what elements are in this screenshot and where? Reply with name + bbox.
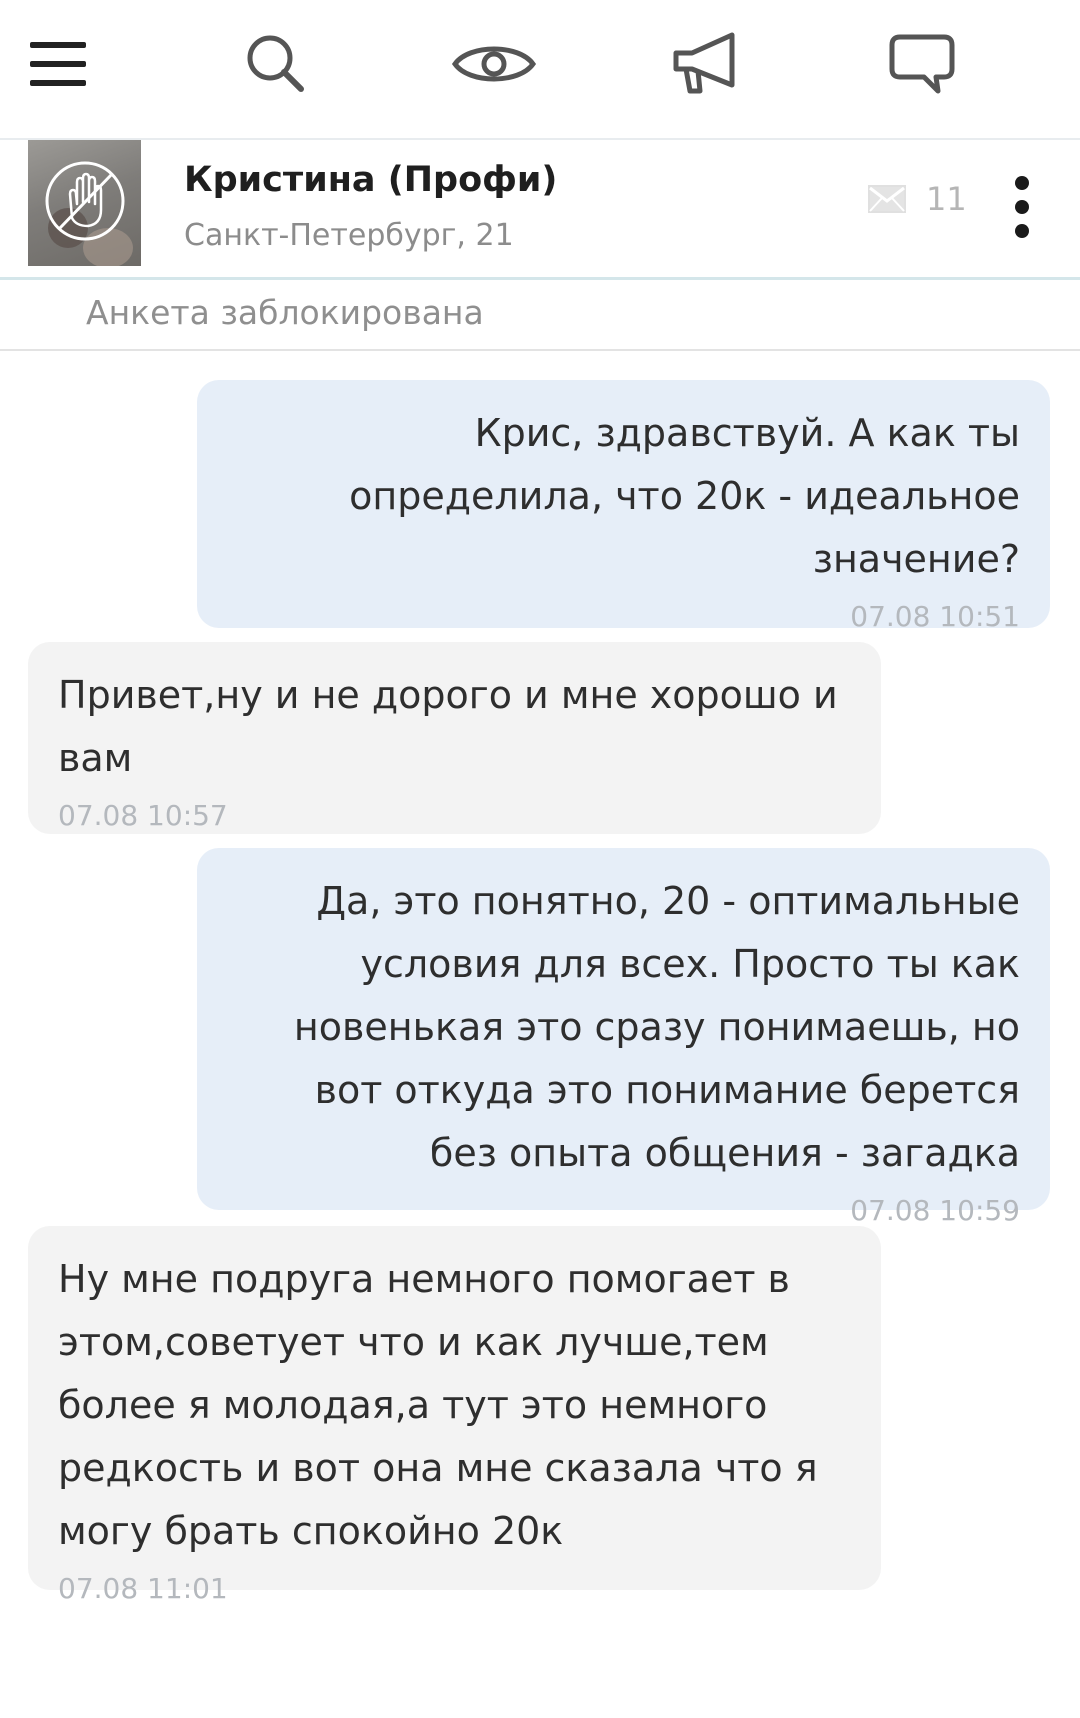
message-timestamp: 07.08 10:51 bbox=[850, 600, 1020, 633]
message-text: Привет,ну и не дорого и мне хорошо и вам bbox=[58, 673, 838, 780]
more-options-button[interactable] bbox=[1000, 172, 1044, 242]
chat-icon bbox=[889, 34, 955, 94]
messages-button[interactable] bbox=[884, 26, 960, 102]
views-button[interactable] bbox=[446, 26, 542, 102]
contact-header: Кристина (Профи) Санкт-Петербург, 21 11 bbox=[0, 140, 1080, 280]
contact-name[interactable]: Кристина (Профи) bbox=[184, 160, 557, 200]
message-text: Ну мне подруга немного помогает в этом,с… bbox=[58, 1257, 818, 1553]
menu-icon bbox=[30, 42, 86, 86]
message-text: Да, это понятно, 20 - оптимальные услови… bbox=[293, 879, 1020, 1175]
more-icon-dot bbox=[1015, 200, 1029, 214]
announcements-button[interactable] bbox=[668, 26, 744, 102]
message-bubble-outgoing[interactable]: Крис, здравствуй. А как ты определила, ч… bbox=[197, 380, 1050, 633]
message-timestamp: 07.08 11:01 bbox=[58, 1572, 228, 1605]
message-bubble-incoming[interactable]: Привет,ну и не дорого и мне хорошо и вам… bbox=[28, 642, 881, 834]
top-nav-bar bbox=[0, 0, 1080, 140]
more-icon-dot bbox=[1015, 224, 1029, 238]
envelope-icon bbox=[868, 185, 906, 213]
search-button[interactable] bbox=[238, 26, 314, 102]
message-bubble-incoming[interactable]: Ну мне подруга немного помогает в этом,с… bbox=[28, 1226, 881, 1605]
search-icon bbox=[247, 35, 304, 92]
message-bubble-outgoing[interactable]: Да, это понятно, 20 - оптимальные услови… bbox=[197, 848, 1050, 1227]
message-count-value: 11 bbox=[926, 180, 967, 218]
menu-button[interactable] bbox=[20, 26, 96, 102]
contact-location-age: Санкт-Петербург, 21 bbox=[184, 218, 514, 253]
avatar[interactable] bbox=[28, 140, 141, 266]
blocked-hand-icon bbox=[45, 161, 125, 241]
message-text: Крис, здравствуй. А как ты определила, ч… bbox=[349, 411, 1020, 581]
blocked-banner-text: Анкета заблокирована bbox=[86, 293, 484, 332]
megaphone-icon bbox=[673, 32, 735, 94]
message-count: 11 bbox=[868, 180, 967, 218]
more-icon-dot bbox=[1015, 176, 1029, 190]
message-timestamp: 07.08 10:57 bbox=[58, 799, 228, 832]
eye-icon bbox=[451, 46, 537, 82]
blocked-banner: Анкета заблокирована bbox=[0, 283, 1080, 351]
